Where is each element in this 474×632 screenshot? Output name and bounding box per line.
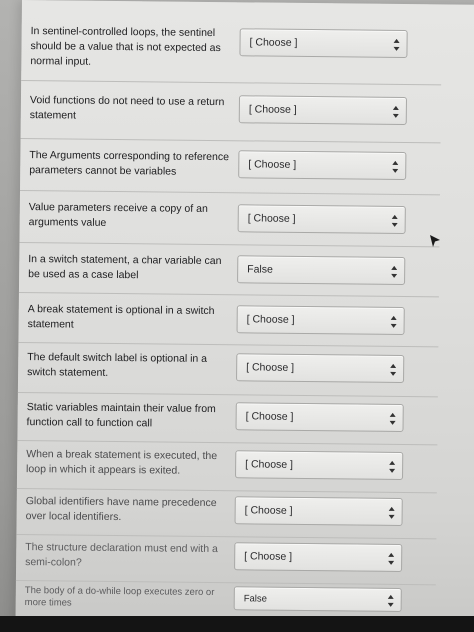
select-arrows-icon bbox=[387, 594, 394, 607]
answer-select[interactable]: [ Choose ] bbox=[238, 95, 408, 126]
select-arrows-icon bbox=[388, 552, 395, 565]
answer-select[interactable]: [ Choose ] bbox=[238, 150, 407, 181]
answer-select-value: [ Choose ] bbox=[245, 410, 294, 423]
answer-select-value: [ Choose ] bbox=[244, 550, 293, 563]
answer-select-value: [ Choose ] bbox=[246, 313, 295, 326]
answer-select-value: [ Choose ] bbox=[249, 36, 298, 49]
question-row: The default switch label is optional in … bbox=[17, 341, 439, 398]
answer-select[interactable]: [ Choose ] bbox=[236, 353, 405, 384]
answer-select[interactable]: [ Choose ] bbox=[235, 402, 404, 433]
answer-select-value: False bbox=[247, 263, 273, 276]
select-arrows-icon bbox=[393, 38, 400, 51]
select-arrows-icon bbox=[392, 105, 399, 118]
answer-select[interactable]: [ Choose ] bbox=[234, 496, 403, 527]
select-arrows-icon bbox=[388, 506, 395, 519]
question-row: The Arguments corresponding to reference… bbox=[19, 137, 441, 196]
question-row: Global identifiers have name precedence … bbox=[16, 487, 437, 540]
select-arrows-icon bbox=[389, 460, 396, 473]
bottom-bezel bbox=[0, 616, 474, 632]
question-text: Void functions do not need to use a retu… bbox=[29, 94, 225, 122]
question-row: Void functions do not need to use a retu… bbox=[20, 79, 442, 144]
answer-select[interactable]: [ Choose ] bbox=[234, 542, 403, 573]
question-row: The structure declaration must end with … bbox=[15, 533, 437, 586]
question-text: The body of a do-while loop executes zer… bbox=[24, 585, 215, 609]
answer-select-value: [ Choose ] bbox=[247, 212, 296, 225]
answer-select-value: [ Choose ] bbox=[248, 158, 297, 171]
answer-select[interactable]: [ Choose ] bbox=[237, 204, 406, 235]
mouse-cursor-icon bbox=[429, 234, 441, 248]
answer-select[interactable]: False bbox=[233, 586, 402, 613]
question-text: The structure declaration must end with … bbox=[25, 541, 218, 569]
photo-background: In sentinel-controlled loops, the sentin… bbox=[0, 0, 474, 632]
answer-select-value: [ Choose ] bbox=[244, 504, 293, 517]
question-text: Value parameters receive a copy of an ar… bbox=[28, 201, 208, 229]
question-row: In sentinel-controlled loops, the sentin… bbox=[21, 0, 442, 86]
answer-select-value: False bbox=[243, 593, 268, 605]
answer-select-value: [ Choose ] bbox=[245, 458, 294, 471]
question-row: Value parameters receive a copy of an ar… bbox=[19, 189, 440, 248]
select-arrows-icon bbox=[390, 363, 397, 376]
question-row: In a switch statement, a char variable c… bbox=[18, 241, 440, 298]
select-arrows-icon bbox=[389, 412, 396, 425]
answer-select[interactable]: [ Choose ] bbox=[235, 450, 404, 481]
answer-select-value: [ Choose ] bbox=[248, 103, 297, 116]
question-row: Static variables maintain their value fr… bbox=[17, 391, 438, 446]
question-text: In a switch statement, a char variable c… bbox=[28, 253, 222, 282]
answer-select-value: [ Choose ] bbox=[246, 361, 295, 374]
question-text: The default switch label is optional in … bbox=[27, 351, 208, 379]
question-row: A break statement is optional in a switc… bbox=[18, 291, 439, 348]
select-arrows-icon bbox=[391, 214, 398, 227]
quiz-screen: In sentinel-controlled loops, the sentin… bbox=[15, 0, 474, 632]
question-text: In sentinel-controlled loops, the sentin… bbox=[30, 25, 221, 68]
select-arrows-icon bbox=[392, 160, 399, 173]
select-arrows-icon bbox=[391, 265, 398, 278]
question-text: The Arguments corresponding to reference… bbox=[29, 149, 230, 178]
answer-select[interactable]: [ Choose ] bbox=[239, 28, 408, 59]
answer-select[interactable]: False bbox=[237, 255, 406, 286]
answer-select[interactable]: [ Choose ] bbox=[236, 305, 405, 336]
question-row: When a break statement is executed, the … bbox=[16, 439, 438, 494]
question-text: When a break statement is executed, the … bbox=[26, 448, 218, 477]
question-text: A break statement is optional in a switc… bbox=[27, 303, 215, 331]
question-text: Static variables maintain their value fr… bbox=[26, 401, 216, 430]
select-arrows-icon bbox=[390, 315, 397, 328]
question-text: Global identifiers have name precedence … bbox=[25, 495, 217, 524]
